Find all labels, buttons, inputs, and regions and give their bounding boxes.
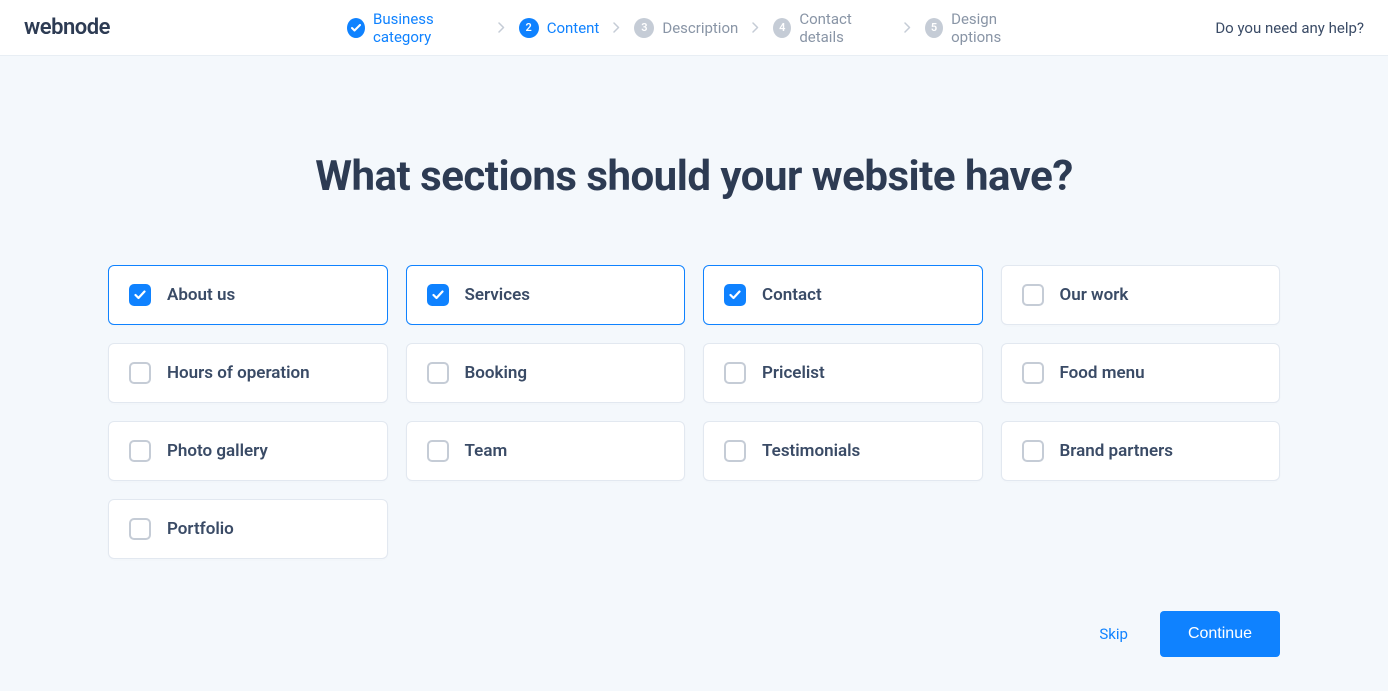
page-title: What sections should your website have? (108, 152, 1280, 201)
section-label: Portfolio (167, 519, 234, 539)
step-1[interactable]: Business category (347, 10, 484, 46)
section-card-our-work[interactable]: Our work (1001, 265, 1281, 325)
step-label: Business category (373, 10, 484, 46)
section-label: Food menu (1060, 363, 1145, 383)
section-label: Testimonials (762, 441, 860, 461)
section-card-photo-gallery[interactable]: Photo gallery (108, 421, 388, 481)
step-3[interactable]: 3 Description (634, 18, 738, 38)
section-card-brand-partners[interactable]: Brand partners (1001, 421, 1281, 481)
section-card-testimonials[interactable]: Testimonials (703, 421, 983, 481)
section-grid: About us Services Contact Our work Hours of … (108, 265, 1280, 559)
checkbox[interactable] (129, 284, 151, 306)
section-label: Brand partners (1060, 441, 1173, 461)
continue-button[interactable]: Continue (1160, 611, 1280, 657)
checkbox[interactable] (427, 362, 449, 384)
step-badge: 4 (773, 18, 791, 38)
section-label: About us (167, 285, 235, 305)
checkbox[interactable] (724, 440, 746, 462)
main-content: What sections should your website have? … (0, 152, 1388, 559)
checkbox[interactable] (427, 284, 449, 306)
section-card-team[interactable]: Team (406, 421, 686, 481)
checkbox[interactable] (1022, 440, 1044, 462)
section-label: Contact (762, 285, 822, 305)
footer: Skip Continue (1099, 611, 1280, 657)
step-label: Content (547, 19, 600, 37)
chevron-right-icon (752, 18, 759, 37)
check-icon (432, 290, 444, 300)
section-card-food-menu[interactable]: Food menu (1001, 343, 1281, 403)
header: webnode Business category 2 Content 3 Descri… (0, 0, 1388, 56)
section-label: Photo gallery (167, 441, 268, 461)
section-card-booking[interactable]: Booking (406, 343, 686, 403)
help-link[interactable]: Do you need any help? (1215, 19, 1364, 37)
step-2[interactable]: 2 Content (519, 18, 600, 38)
chevron-right-icon (904, 18, 911, 37)
step-label: Design options (951, 10, 1041, 46)
step-badge: 3 (634, 18, 654, 38)
step-badge: 5 (925, 18, 943, 38)
check-icon (134, 290, 146, 300)
section-card-portfolio[interactable]: Portfolio (108, 499, 388, 559)
section-label: Booking (465, 363, 528, 383)
skip-button[interactable]: Skip (1099, 625, 1128, 643)
section-label: Team (465, 441, 508, 461)
stepper: Business category 2 Content 3 Description 4 Co… (347, 10, 1041, 46)
step-5[interactable]: 5 Design options (925, 10, 1041, 46)
step-badge (347, 18, 365, 38)
section-card-services[interactable]: Services (406, 265, 686, 325)
section-label: Hours of operation (167, 363, 310, 383)
chevron-right-icon (498, 18, 505, 37)
check-icon (351, 24, 361, 32)
step-badge: 2 (519, 18, 539, 38)
step-label: Description (662, 19, 738, 37)
step-label: Contact details (799, 10, 890, 46)
checkbox[interactable] (1022, 284, 1044, 306)
section-card-pricelist[interactable]: Pricelist (703, 343, 983, 403)
checkbox[interactable] (129, 362, 151, 384)
checkbox[interactable] (724, 362, 746, 384)
step-4[interactable]: 4 Contact details (773, 10, 890, 46)
section-card-contact[interactable]: Contact (703, 265, 983, 325)
checkbox[interactable] (129, 518, 151, 540)
checkbox[interactable] (129, 440, 151, 462)
section-card-hours-of-operation[interactable]: Hours of operation (108, 343, 388, 403)
checkbox[interactable] (1022, 362, 1044, 384)
section-card-about-us[interactable]: About us (108, 265, 388, 325)
section-label: Services (465, 285, 530, 305)
logo: webnode (24, 15, 110, 40)
checkbox[interactable] (724, 284, 746, 306)
check-icon (729, 290, 741, 300)
checkbox[interactable] (427, 440, 449, 462)
section-label: Pricelist (762, 363, 825, 383)
section-label: Our work (1060, 285, 1129, 305)
chevron-right-icon (613, 18, 620, 37)
